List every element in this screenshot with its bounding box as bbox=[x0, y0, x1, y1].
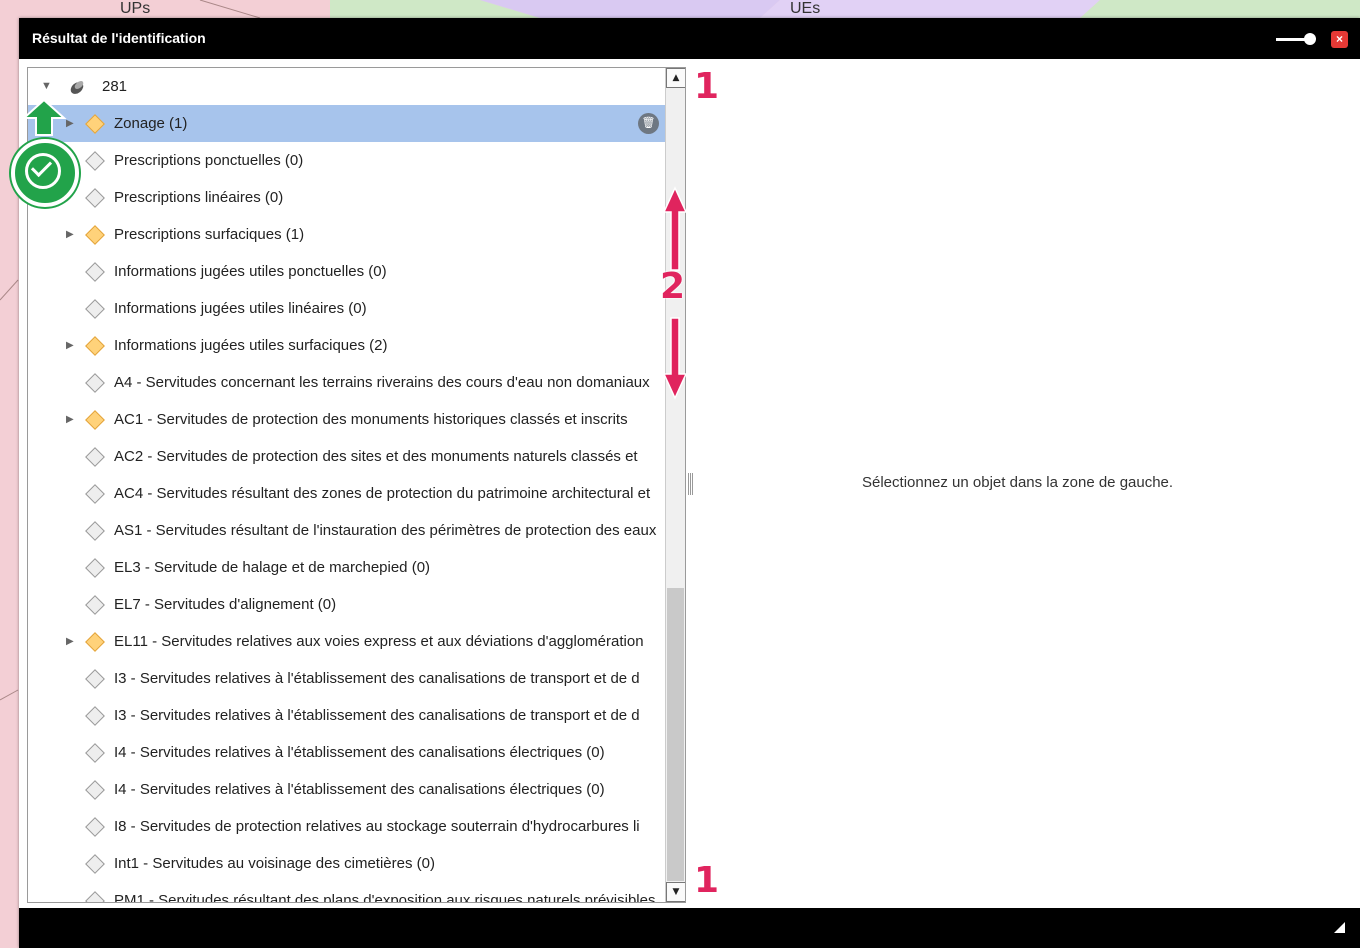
annotation-number-1: 1 bbox=[694, 66, 720, 107]
annotation-arrow-icon bbox=[21, 98, 67, 136]
check-badge-icon bbox=[10, 137, 80, 207]
annotation-arrow-icon bbox=[662, 186, 688, 271]
annotation-number-1: 1 bbox=[694, 860, 720, 901]
annotation-number-2: 2 bbox=[660, 266, 686, 307]
annotation-arrow-icon bbox=[662, 317, 688, 400]
